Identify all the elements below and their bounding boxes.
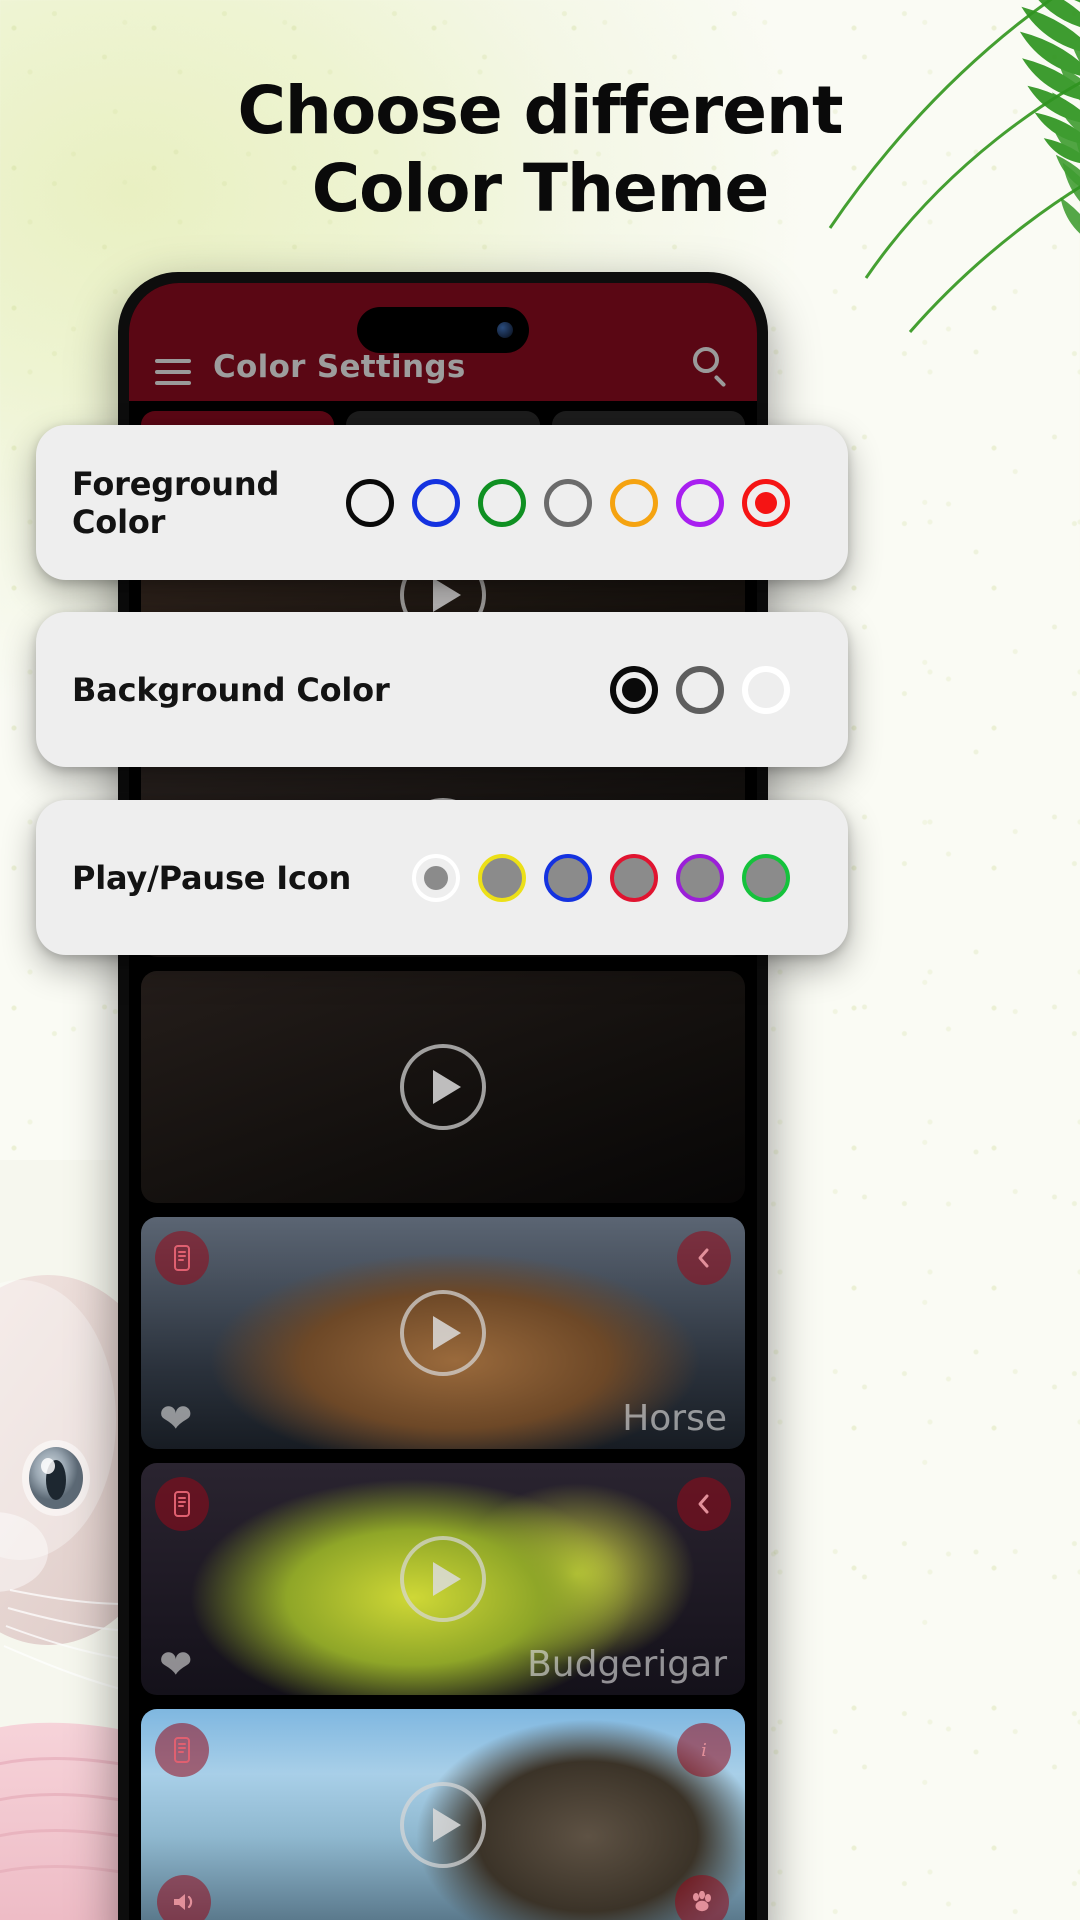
volume-icon[interactable] — [157, 1875, 211, 1920]
share-icon[interactable] — [677, 1477, 731, 1531]
color-swatch-red[interactable] — [742, 478, 790, 527]
hamburger-menu-icon[interactable] — [155, 359, 191, 385]
color-swatch-white[interactable] — [742, 665, 790, 714]
background-color-card[interactable]: Background Color — [36, 612, 848, 767]
search-icon[interactable] — [693, 347, 731, 388]
background-color-label: Background Color — [72, 670, 390, 709]
color-swatch-blue[interactable] — [544, 853, 592, 902]
headline-line-2: Color Theme — [311, 150, 770, 227]
color-swatch-black[interactable] — [346, 478, 394, 527]
color-swatch-orange[interactable] — [610, 478, 658, 527]
swatch-selected-dot — [755, 491, 777, 514]
video-card[interactable]: ❤ Budgerigar — [141, 1463, 745, 1695]
paw-icon[interactable] — [675, 1875, 729, 1920]
color-swatch-white[interactable] — [412, 853, 460, 902]
swatch-selected-dot — [622, 677, 646, 702]
video-label: Budgerigar — [527, 1644, 727, 1685]
app-bar-title: Color Settings — [213, 349, 466, 385]
foreground-color-label: Foreground Color — [72, 464, 280, 541]
color-swatch-gray[interactable] — [676, 665, 724, 714]
ringtone-icon[interactable] — [155, 1231, 209, 1285]
video-card[interactable]: ❤ Horse — [141, 1217, 745, 1449]
ringtone-icon[interactable] — [155, 1723, 209, 1777]
playpause-icon-label: Play/Pause Icon — [72, 858, 352, 897]
play-icon[interactable] — [400, 1044, 486, 1130]
color-swatch-black[interactable] — [610, 665, 658, 714]
video-label: Horse — [622, 1398, 727, 1439]
headline-line-1: Choose different — [237, 72, 843, 149]
heart-icon[interactable]: ❤ — [159, 1645, 193, 1685]
info-icon[interactable]: i — [677, 1723, 731, 1777]
playpause-icon-card[interactable]: Play/Pause Icon — [36, 800, 848, 955]
background-swatch-row[interactable] — [610, 665, 790, 714]
video-card[interactable] — [141, 971, 745, 1203]
play-icon[interactable] — [400, 1290, 486, 1376]
color-swatch-blue[interactable] — [412, 478, 460, 527]
color-swatch-purple[interactable] — [676, 478, 724, 527]
color-swatch-red[interactable] — [610, 853, 658, 902]
page-title: Choose different Color Theme — [0, 78, 1080, 222]
swatch-selected-dot — [424, 865, 448, 890]
play-icon[interactable] — [400, 1782, 486, 1868]
color-swatch-gray[interactable] — [544, 478, 592, 527]
foreground-swatch-row[interactable] — [346, 478, 790, 527]
front-camera-icon — [497, 322, 513, 338]
play-icon[interactable] — [400, 1536, 486, 1622]
heart-icon[interactable]: ❤ — [159, 1399, 193, 1439]
playpause-swatch-row[interactable] — [412, 853, 790, 902]
color-swatch-green[interactable] — [478, 478, 526, 527]
color-swatch-green[interactable] — [742, 853, 790, 902]
foreground-color-card[interactable]: Foreground Color — [36, 425, 848, 580]
ringtone-icon[interactable] — [155, 1477, 209, 1531]
dynamic-island — [357, 307, 529, 353]
color-swatch-purple[interactable] — [676, 853, 724, 902]
color-swatch-yellow[interactable] — [478, 853, 526, 902]
share-icon[interactable] — [677, 1231, 731, 1285]
svg-text:i: i — [701, 1740, 707, 1761]
video-card[interactable]: i — [141, 1709, 745, 1920]
